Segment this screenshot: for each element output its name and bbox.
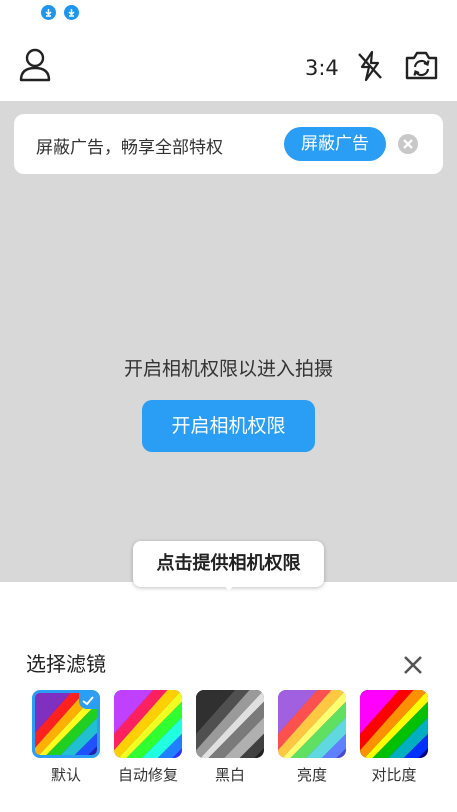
filter-item-brightness[interactable]: 亮度 bbox=[277, 690, 347, 785]
filter-label: 自动修复 bbox=[117, 766, 178, 784]
close-circle-icon[interactable] bbox=[398, 134, 418, 154]
filter-label: 黑白 bbox=[214, 766, 245, 784]
camera-preview: 屏蔽广告，畅享全部特权 屏蔽广告 开启相机权限以进入拍摄 开启相机权限 bbox=[0, 101, 457, 582]
filter-label: 亮度 bbox=[296, 766, 327, 784]
filter-thumbnail bbox=[196, 690, 264, 758]
permission-tooltip: 点击提供相机权限 bbox=[133, 541, 324, 587]
permission-message: 开启相机权限以进入拍摄 bbox=[123, 358, 333, 380]
camera-switch-icon[interactable] bbox=[404, 50, 439, 81]
filter-item-contrast[interactable]: 对比度 bbox=[359, 690, 429, 785]
ad-text: 屏蔽广告，畅享全部特权 bbox=[36, 138, 223, 158]
filter-label: 默认 bbox=[50, 766, 81, 784]
filter-thumbnail bbox=[32, 690, 100, 758]
enable-camera-permission-button[interactable]: 开启相机权限 bbox=[142, 400, 315, 452]
close-icon[interactable] bbox=[402, 654, 424, 676]
filter-panel: 选择滤镜 默认 自动修复 黑白 亮度 对比度 bbox=[0, 582, 457, 812]
filter-item-default[interactable]: 默认 bbox=[31, 690, 101, 785]
filter-item-auto-repair[interactable]: 自动修复 bbox=[113, 690, 183, 785]
filter-panel-title: 选择滤镜 bbox=[26, 652, 106, 676]
flash-off-icon[interactable] bbox=[355, 50, 385, 82]
tooltip-arrow bbox=[221, 582, 237, 591]
block-ads-button[interactable]: 屏蔽广告 bbox=[284, 127, 386, 161]
filter-thumbnail bbox=[278, 690, 346, 758]
status-bar bbox=[0, 0, 457, 26]
selected-check-icon bbox=[79, 693, 97, 709]
filter-item-black-white[interactable]: 黑白 bbox=[195, 690, 265, 785]
aspect-ratio-button[interactable]: 3:4 bbox=[305, 56, 339, 80]
camera-top-bar: 3:4 bbox=[0, 26, 457, 101]
filter-label: 对比度 bbox=[371, 766, 417, 784]
download-icon bbox=[41, 5, 56, 20]
filter-thumbnail bbox=[114, 690, 182, 758]
download-icon bbox=[64, 5, 79, 20]
ad-banner: 屏蔽广告，畅享全部特权 屏蔽广告 bbox=[14, 114, 443, 174]
user-icon[interactable] bbox=[19, 48, 51, 82]
filter-thumbnail bbox=[360, 690, 428, 758]
